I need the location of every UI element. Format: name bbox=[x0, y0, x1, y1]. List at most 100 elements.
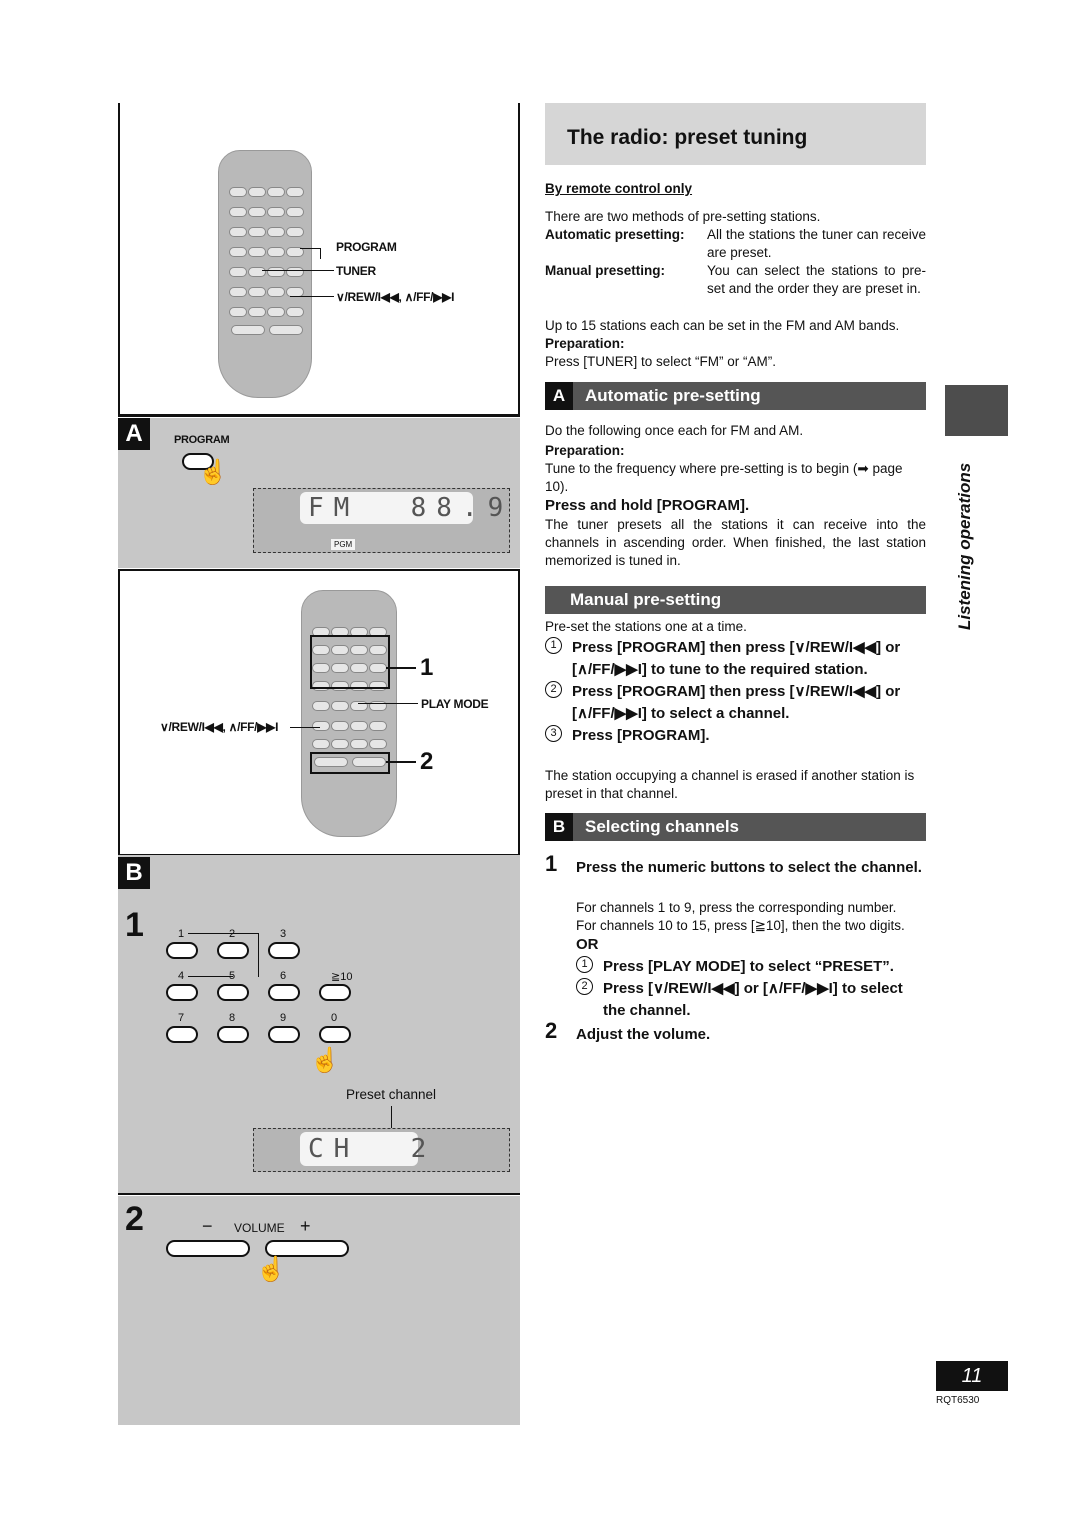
fm-frequency-display: FM 88.9 bbox=[300, 492, 503, 524]
section-text: The tuner presets all the stations it ca… bbox=[545, 517, 926, 568]
numeric-key-illustration bbox=[268, 984, 300, 1001]
remote-button-icon bbox=[229, 247, 247, 257]
remote-button-icon bbox=[286, 307, 304, 317]
remote-button-icon bbox=[267, 307, 285, 317]
divider bbox=[118, 1193, 520, 1195]
callout-line bbox=[358, 703, 418, 704]
remote-button-icon bbox=[229, 227, 247, 237]
remote-button-icon bbox=[312, 721, 330, 731]
step-heading: Press and hold [PROGRAM]. bbox=[545, 497, 750, 514]
rew-ff-label: ∨/REW/I◀◀, ∧/FF/▶▶I bbox=[160, 720, 279, 734]
key-label: 6 bbox=[280, 970, 287, 982]
remote-volume-button-icon bbox=[269, 325, 303, 335]
channel-display: CH 2 bbox=[300, 1132, 426, 1166]
callout-line bbox=[262, 270, 334, 271]
subtitle: By remote control only bbox=[545, 181, 693, 196]
figure-a-letter: A bbox=[118, 418, 150, 450]
step-text: Press [PROGRAM] then press [∨/REW/I◀◀] o… bbox=[572, 639, 901, 678]
volume-keys-highlight bbox=[310, 752, 390, 774]
section-title: Manual pre-setting bbox=[570, 590, 722, 609]
step-number: 3 bbox=[545, 725, 562, 742]
remote-button-icon bbox=[248, 227, 266, 237]
numeric-key-illustration bbox=[268, 1026, 300, 1043]
remote-button-icon bbox=[248, 307, 266, 317]
numeric-key-illustration bbox=[319, 984, 351, 1001]
step-number: 1 bbox=[545, 851, 558, 876]
preparation-label: Preparation: bbox=[545, 443, 625, 458]
sub-step-1: 1 Press [PLAY MODE] to select “PRESET”. bbox=[576, 956, 926, 978]
step-text: Press [∨/REW/I◀◀] or [∧/FF/▶▶I] to selec… bbox=[603, 980, 903, 1019]
key-label: 7 bbox=[178, 1012, 185, 1024]
hand-pointer-icon: ☝ bbox=[256, 1256, 286, 1283]
section-note: The station occupying a channel is erase… bbox=[545, 768, 915, 801]
remote-button-icon bbox=[369, 739, 387, 749]
key-label: 3 bbox=[280, 928, 287, 940]
remote-button-icon bbox=[267, 267, 285, 277]
step-heading: Press the numeric buttons to select the … bbox=[576, 859, 922, 876]
program-label: PROGRAM bbox=[336, 240, 397, 254]
key-label: 1 bbox=[178, 928, 185, 940]
remote-control-illustration bbox=[218, 150, 312, 398]
remote-button-icon bbox=[248, 207, 266, 217]
volume-minus-label: − bbox=[202, 1216, 213, 1236]
page-number: 11 bbox=[936, 1361, 1008, 1391]
remote-button-icon bbox=[312, 739, 330, 749]
key-label: 0 bbox=[331, 1012, 338, 1024]
step-number: 1 bbox=[576, 956, 593, 973]
section-title: Automatic pre-setting bbox=[585, 386, 761, 405]
intro-line: Up to 15 stations each can be set in the… bbox=[545, 318, 900, 333]
remote-button-icon bbox=[267, 187, 285, 197]
step-number: 1 bbox=[545, 637, 562, 654]
preparation-text: Press [TUNER] to select “FM” or “AM”. bbox=[545, 354, 777, 369]
numeric-keys-highlight bbox=[310, 635, 390, 689]
key-label: ≧10 bbox=[331, 971, 353, 983]
numeric-key-illustration bbox=[217, 1026, 249, 1043]
callout-line bbox=[290, 296, 334, 297]
manual-step-2: 2 Press [PROGRAM] then press [∨/REW/I◀◀] … bbox=[545, 681, 926, 725]
callout-line bbox=[188, 976, 233, 977]
numeric-key-illustration bbox=[319, 1026, 351, 1043]
auto-presetting-text: All the stations the tuner can receive a… bbox=[707, 227, 926, 260]
or-label: OR bbox=[576, 936, 599, 953]
section-header-manual: Manual pre-setting bbox=[545, 586, 926, 614]
sub-step-2: 2 Press [∨/REW/I◀◀] or [∧/FF/▶▶I] to sele… bbox=[576, 978, 926, 1022]
preset-channel-label: Preset channel bbox=[346, 1087, 437, 1102]
callout-line bbox=[386, 667, 416, 669]
document-code: RQT6530 bbox=[936, 1395, 980, 1406]
side-tab-label: Listening operations bbox=[955, 462, 974, 630]
pgm-indicator: PGM bbox=[331, 539, 356, 550]
numeric-key-illustration bbox=[268, 942, 300, 959]
auto-presetting-label: Automatic presetting: bbox=[545, 227, 685, 242]
section-text: Pre-set the stations one at a time. bbox=[545, 619, 747, 634]
remote-button-icon bbox=[350, 739, 368, 749]
step-text: For channels 10 to 15, press [≧10], then… bbox=[576, 918, 905, 933]
rew-ff-label: ∨/REW/I◀◀, ∧/FF/▶▶I bbox=[336, 290, 455, 304]
hand-pointer-icon: ☝ bbox=[198, 459, 228, 486]
step-1-callout: 1 bbox=[420, 654, 434, 681]
remote-button-icon bbox=[267, 227, 285, 237]
numeric-key-illustration bbox=[166, 1026, 198, 1043]
step-heading: Adjust the volume. bbox=[576, 1026, 711, 1043]
manual-presetting-text: You can select the stations to pre-set a… bbox=[707, 263, 926, 296]
remote-button-icon bbox=[286, 267, 304, 277]
section-header-automatic: A Automatic pre-setting bbox=[545, 382, 926, 410]
remote-button-icon bbox=[229, 287, 247, 297]
remote-button-icon bbox=[286, 187, 304, 197]
step-text: Press [PROGRAM]. bbox=[572, 727, 710, 744]
remote-button-icon bbox=[369, 721, 387, 731]
remote-button-icon bbox=[248, 187, 266, 197]
callout-line bbox=[300, 248, 321, 259]
numeric-key-illustration bbox=[217, 984, 249, 1001]
section-title: Selecting channels bbox=[585, 817, 739, 836]
manual-step-1: 1 Press [PROGRAM] then press [∨/REW/I◀◀] … bbox=[545, 637, 926, 681]
remote-button-icon bbox=[350, 721, 368, 731]
remote-button-icon bbox=[286, 227, 304, 237]
figure-b-step2-panel bbox=[118, 1196, 520, 1425]
section-letter: B bbox=[545, 813, 573, 841]
figure-b-letter: B bbox=[118, 857, 150, 889]
volume-plus-label: + bbox=[300, 1216, 311, 1236]
key-label: 4 bbox=[178, 970, 185, 982]
remote-button-icon bbox=[267, 207, 285, 217]
step-number: 2 bbox=[576, 978, 593, 995]
numeric-key-illustration bbox=[166, 984, 198, 1001]
